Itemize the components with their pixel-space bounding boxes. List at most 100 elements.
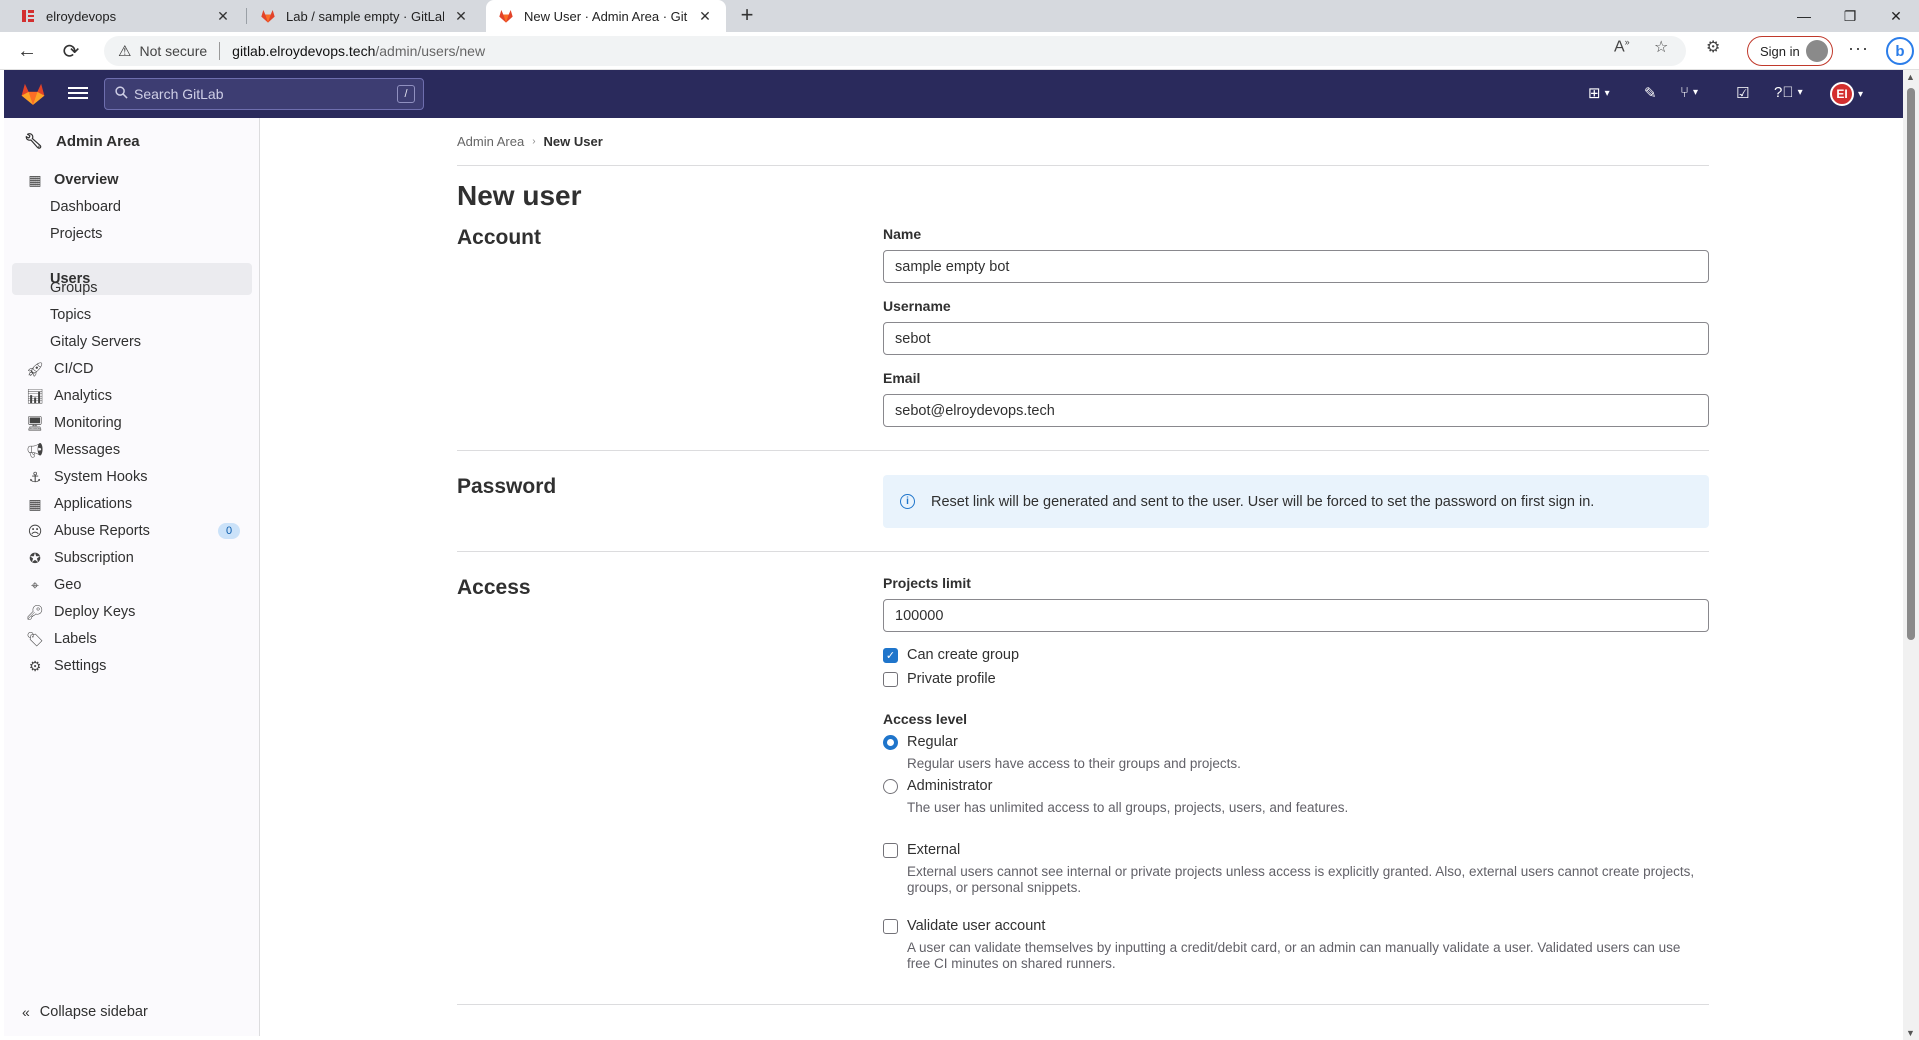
private-profile-checkbox[interactable]: Private profile bbox=[883, 671, 996, 687]
name-input[interactable] bbox=[883, 250, 1709, 283]
access-level-administrator-radio[interactable]: Administrator bbox=[883, 778, 992, 794]
scroll-down-arrow-icon[interactable]: ▼ bbox=[1906, 1028, 1915, 1038]
admin-wrench-icon: 🔧︎ bbox=[24, 133, 44, 150]
merge-requests-dropdown[interactable]: ⑂ ▾ bbox=[1680, 84, 1698, 101]
main-content: Admin Area › New User New user Account N… bbox=[261, 118, 1901, 1036]
todos-icon[interactable]: ☑ bbox=[1736, 84, 1749, 102]
extensions-icon[interactable]: ⚙ bbox=[1706, 37, 1720, 57]
email-input[interactable] bbox=[883, 394, 1709, 427]
more-options-icon[interactable]: ··· bbox=[1848, 38, 1869, 59]
validate-user-account-checkbox[interactable]: Validate user account bbox=[883, 918, 1045, 934]
search-gitlab-input[interactable]: Search GitLab / bbox=[104, 78, 424, 110]
location-icon: ⌖ bbox=[31, 576, 39, 593]
key-icon: 🔑︎ bbox=[26, 603, 44, 620]
help-dropdown[interactable]: ?⃝ ▾ bbox=[1774, 84, 1803, 101]
access-section-heading: Access bbox=[457, 576, 531, 599]
name-label: Name bbox=[883, 226, 922, 242]
rocket-icon: 🚀︎ bbox=[26, 360, 44, 377]
close-window-icon[interactable]: ✕ bbox=[1873, 0, 1919, 32]
user-menu-dropdown[interactable]: EI ▾ bbox=[1830, 82, 1863, 106]
external-help-text: External users cannot see internal or pr… bbox=[907, 864, 1695, 895]
settings-icon: ⚙ bbox=[28, 657, 42, 674]
divider bbox=[457, 165, 1709, 166]
favorite-star-icon[interactable]: ☆ bbox=[1654, 37, 1668, 57]
chevron-down-icon: ▾ bbox=[1797, 87, 1803, 98]
close-tab-icon[interactable]: ✕ bbox=[452, 8, 470, 25]
radio-selected-icon[interactable] bbox=[883, 734, 898, 750]
address-bar[interactable]: ⚠ Not secure gitlab.elroydevops.tech/adm… bbox=[104, 36, 1686, 66]
sidebar-item-label: Gitaly Servers bbox=[50, 334, 142, 350]
collapse-sidebar-button[interactable]: « Collapse sidebar bbox=[22, 1004, 148, 1020]
access-level-label: Access level bbox=[883, 711, 968, 727]
username-input[interactable] bbox=[883, 322, 1709, 355]
close-tab-icon[interactable]: ✕ bbox=[696, 8, 714, 25]
bullhorn-icon: 📢︎ bbox=[26, 441, 44, 458]
radio-unselected-icon[interactable] bbox=[883, 778, 898, 794]
abuse-reports-count-badge: 0 bbox=[218, 523, 240, 539]
new-tab-button[interactable]: + bbox=[734, 4, 760, 28]
sidebar-item-label: Applications bbox=[54, 496, 133, 512]
email-label: Email bbox=[883, 370, 921, 386]
merge-request-icon: ⑂ bbox=[1680, 84, 1690, 101]
security-status: Not secure bbox=[139, 43, 208, 59]
checkbox-checked-icon[interactable]: ✓ bbox=[883, 647, 898, 663]
validate-user-account-label: Validate user account bbox=[907, 918, 1046, 934]
sidebar-item-label: Deploy Keys bbox=[54, 604, 136, 620]
copilot-icon[interactable]: b bbox=[1886, 37, 1914, 65]
minimize-window-icon[interactable]: — bbox=[1781, 0, 1827, 32]
scroll-up-arrow-icon[interactable]: ▲ bbox=[1906, 72, 1915, 82]
issues-icon[interactable]: ✎ bbox=[1644, 84, 1657, 102]
apps-icon: ▦ bbox=[28, 495, 42, 512]
breadcrumb-admin-area-link[interactable]: Admin Area bbox=[457, 134, 524, 149]
monitor-icon: 🖥︎ bbox=[26, 414, 44, 431]
private-profile-label: Private profile bbox=[907, 671, 996, 687]
sidebar-item-label: Geo bbox=[54, 577, 82, 593]
scrollbar-thumb[interactable] bbox=[1907, 88, 1915, 640]
chevron-down-icon: ▾ bbox=[1858, 88, 1864, 100]
checkbox-unchecked-icon[interactable] bbox=[883, 918, 898, 934]
sidebar-item-label: Projects bbox=[50, 226, 103, 242]
info-icon: i bbox=[900, 494, 915, 509]
sidebar-item-label: Dashboard bbox=[50, 199, 121, 215]
can-create-group-checkbox[interactable]: ✓ Can create group bbox=[883, 647, 1019, 663]
tab-title: elroydevops bbox=[46, 8, 117, 24]
close-tab-icon[interactable]: ✕ bbox=[214, 8, 232, 25]
sidebar-item-settings[interactable]: ⚙ Settings bbox=[12, 650, 252, 682]
browser-tab-new-user[interactable]: New User · Admin Area · GitLab ✕ bbox=[486, 0, 726, 32]
projects-limit-input[interactable] bbox=[883, 599, 1709, 632]
sidebar-item-label: Topics bbox=[50, 307, 92, 323]
page-scrollbar[interactable]: ▲ ▼ bbox=[1903, 70, 1919, 1040]
checkbox-unchecked-icon[interactable] bbox=[883, 842, 898, 858]
browser-tab-lab[interactable]: Lab / sample empty · GitLab ✕ bbox=[248, 0, 482, 32]
browser-tab-elroydevops[interactable]: elroydevops ✕ bbox=[8, 0, 244, 32]
external-label: External bbox=[907, 842, 961, 858]
divider bbox=[457, 551, 1709, 552]
browser-sign-in-button[interactable]: Sign in bbox=[1747, 36, 1833, 66]
restore-window-icon[interactable]: ❐ bbox=[1827, 0, 1873, 32]
external-checkbox[interactable]: External bbox=[883, 842, 960, 858]
sidebar-item-label: Settings bbox=[54, 658, 107, 674]
tab-title: New User · Admin Area · GitLab bbox=[524, 8, 688, 24]
reload-icon[interactable]: ⟳ bbox=[56, 37, 86, 65]
sidebar-item-projects[interactable]: Projects bbox=[12, 218, 252, 250]
create-new-dropdown[interactable]: ⊞ ▾ bbox=[1588, 84, 1610, 102]
elroydevops-favicon-icon bbox=[20, 8, 36, 24]
sidebar-admin-area-title[interactable]: 🔧︎ Admin Area bbox=[24, 132, 140, 151]
page-title: New user bbox=[457, 180, 582, 211]
url-host: gitlab.elroydevops.tech bbox=[232, 43, 376, 59]
read-aloud-icon[interactable]: A» bbox=[1614, 37, 1630, 56]
breadcrumb-current[interactable]: New User bbox=[544, 134, 603, 149]
divider bbox=[457, 1004, 1709, 1005]
sidebar-item-label: Overview bbox=[54, 172, 119, 188]
account-section-heading: Account bbox=[457, 226, 541, 249]
overview-icon: ▦ bbox=[28, 171, 42, 188]
gitlab-top-nav: Search GitLab / ⊞ ▾ ✎ ⑂ ▾ ☑ ?⃝ ▾ EI ▾ bbox=[4, 70, 1904, 118]
checkbox-unchecked-icon[interactable] bbox=[883, 671, 898, 687]
omnibox-divider bbox=[219, 42, 221, 60]
menu-hamburger-icon[interactable] bbox=[68, 84, 88, 104]
access-level-regular-radio[interactable]: Regular bbox=[883, 734, 958, 750]
gitlab-logo-icon[interactable] bbox=[20, 81, 46, 112]
back-arrow-icon[interactable]: ← bbox=[12, 37, 42, 65]
warning-icon: ⚠ bbox=[118, 43, 132, 60]
profile-avatar-icon bbox=[1806, 40, 1828, 62]
